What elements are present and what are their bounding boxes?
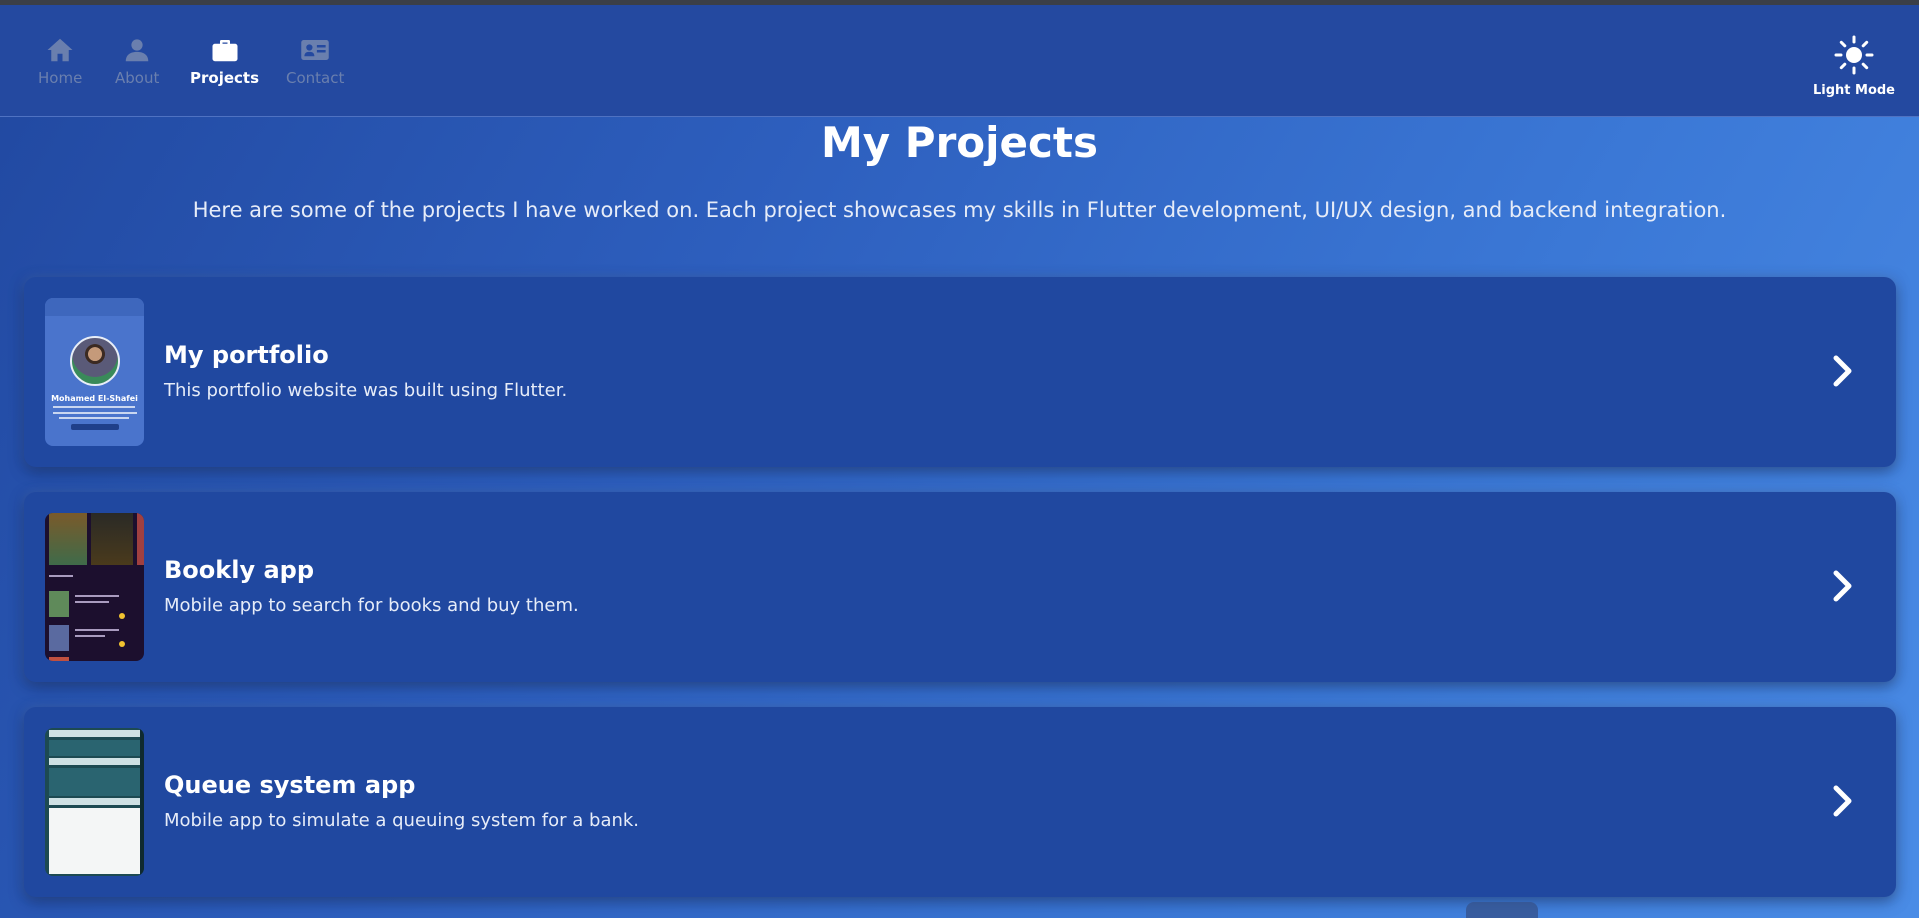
thumbnail-button <box>71 424 119 430</box>
project-title: Queue system app <box>164 771 416 799</box>
nav-item-label: Home <box>38 69 83 87</box>
nav-item-contact[interactable]: Contact <box>286 35 344 87</box>
contact-card-icon <box>301 40 329 60</box>
nav-item-about[interactable]: About <box>115 35 159 87</box>
person-icon <box>125 39 149 62</box>
chevron-right-icon[interactable] <box>1822 566 1862 606</box>
project-description: Mobile app to search for books and buy t… <box>164 595 579 616</box>
mode-toggle-label: Light Mode <box>1812 83 1895 98</box>
briefcase-icon <box>212 40 237 62</box>
nav-item-label: About <box>115 69 160 87</box>
project-thumbnail: Mohamed El-Shafei <box>45 298 144 446</box>
project-title: Bookly app <box>164 556 315 584</box>
scroll-to-top-button[interactable] <box>1466 902 1538 918</box>
project-description: This portfolio website was built using F… <box>164 380 568 401</box>
project-title: My portfolio <box>164 341 329 369</box>
nav-item-label: Projects <box>190 69 260 87</box>
avatar <box>70 336 120 386</box>
chevron-right-icon[interactable] <box>1822 781 1862 821</box>
project-thumbnail <box>45 728 144 876</box>
project-description: Mobile app to simulate a queuing system … <box>164 810 640 831</box>
page-title: My Projects <box>821 118 1098 167</box>
nav-item-projects[interactable]: Projects <box>190 35 259 87</box>
chevron-right-icon[interactable] <box>1822 351 1862 391</box>
project-card-bookly[interactable]: Bookly app Mobile app to search for book… <box>24 492 1896 682</box>
nav-item-home[interactable]: Home <box>38 35 82 87</box>
project-card-portfolio[interactable]: Mohamed El-Shafei My portfolio This port… <box>24 277 1896 467</box>
top-navbar: Home About Projects Contact Light Mode <box>0 5 1919 117</box>
project-card-queue[interactable]: Queue system app Mobile app to simulate … <box>24 707 1896 897</box>
light-mode-toggle[interactable]: Light Mode <box>1813 35 1895 98</box>
thumbnail-name: Mohamed El-Shafei <box>51 394 138 403</box>
home-icon <box>47 38 73 62</box>
project-thumbnail <box>45 513 144 661</box>
sun-icon <box>1834 35 1874 75</box>
nav-item-label: Contact <box>286 69 345 87</box>
page-subtitle: Here are some of the projects I have wor… <box>192 198 1727 222</box>
